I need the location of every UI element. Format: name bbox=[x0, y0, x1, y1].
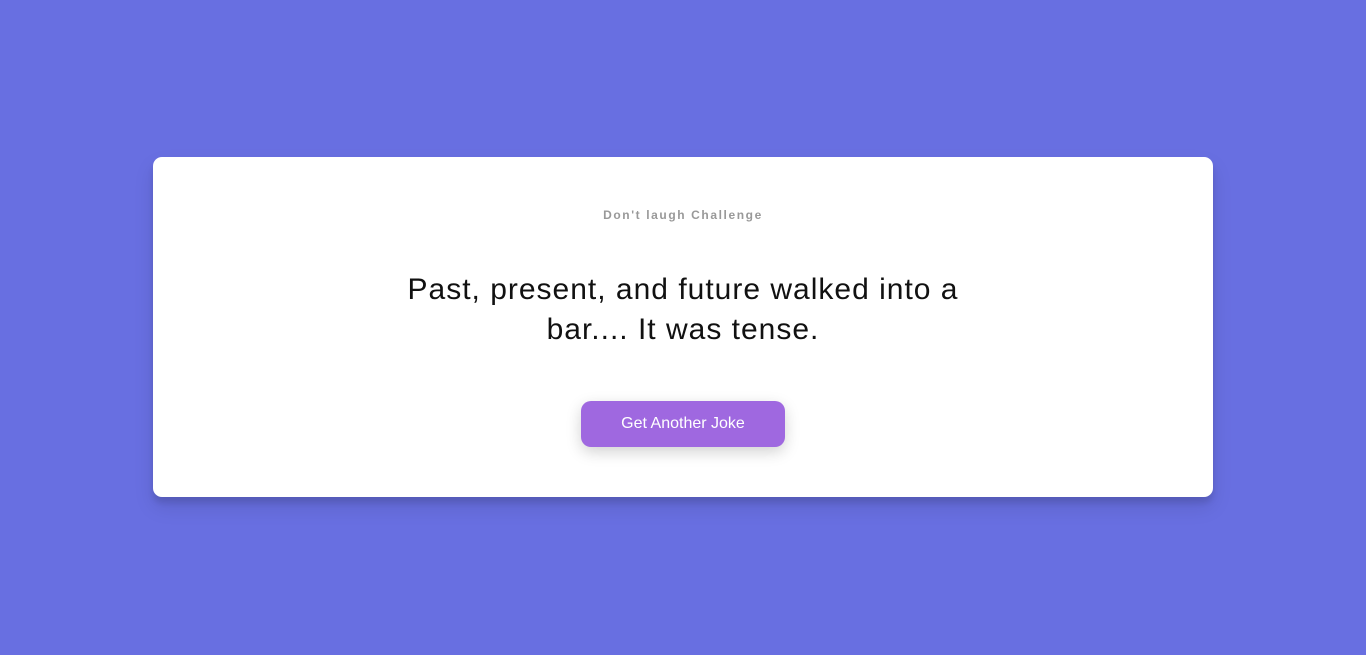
joke-card: Don't laugh Challenge Past, present, and… bbox=[153, 157, 1213, 497]
get-another-joke-button[interactable]: Get Another Joke bbox=[581, 401, 785, 447]
joke-text: Past, present, and future walked into a … bbox=[407, 273, 959, 346]
challenge-subtitle: Don't laugh Challenge bbox=[603, 208, 763, 222]
